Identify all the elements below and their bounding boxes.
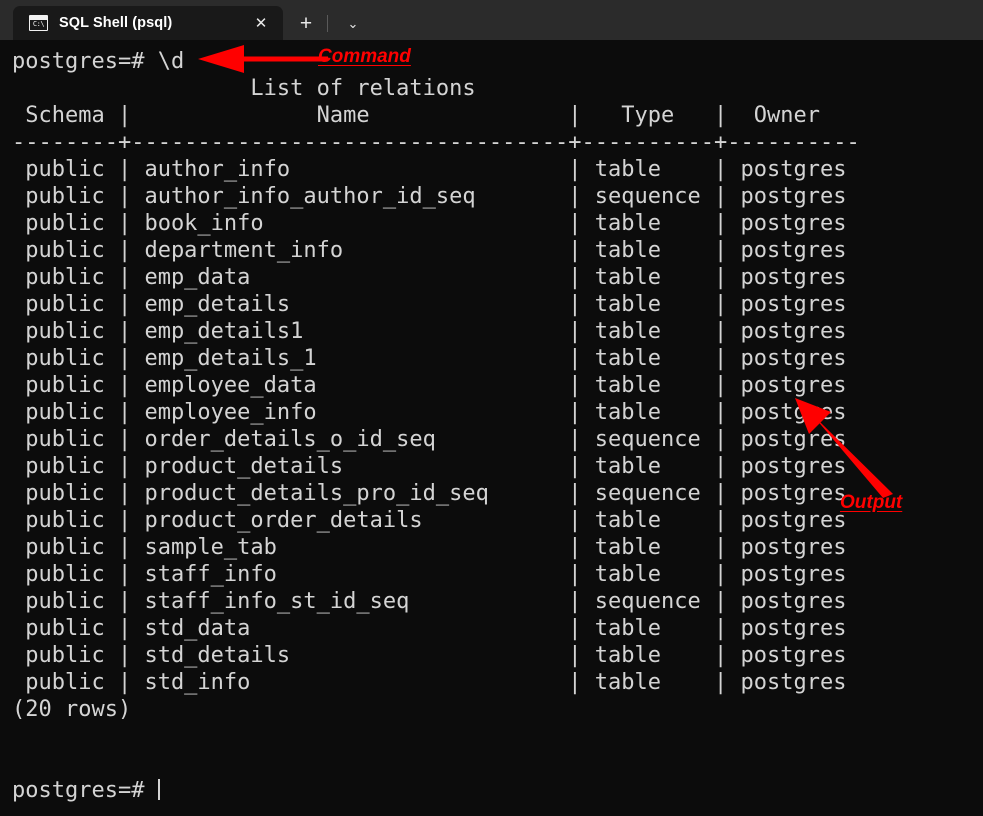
prompt-text: postgres=# <box>12 778 158 803</box>
close-icon[interactable]: ✕ <box>247 9 275 37</box>
chevron-down-icon[interactable]: ⌄ <box>336 6 370 40</box>
table-row: public | employee_data | table | postgre… <box>12 372 983 399</box>
table-row: public | std_info | table | postgres <box>12 669 983 696</box>
table-row: public | sample_tab | table | postgres <box>12 534 983 561</box>
table-header: Schema | Name | Type | Owner <box>12 102 983 129</box>
table-row: public | product_details | table | postg… <box>12 453 983 480</box>
table-row: public | staff_info_st_id_seq | sequence… <box>12 588 983 615</box>
table-title: List of relations <box>12 75 983 102</box>
command-line: postgres=# \d <box>12 48 983 75</box>
tab-sql-shell-psql[interactable]: C:\ SQL Shell (psql) ✕ <box>13 6 283 40</box>
text-cursor <box>158 779 160 800</box>
table-row: public | product_order_details | table |… <box>12 507 983 534</box>
table-row: public | emp_details | table | postgres <box>12 291 983 318</box>
table-row: public | employee_info | table | postgre… <box>12 399 983 426</box>
row-count: (20 rows) <box>12 696 983 723</box>
shell-prompt[interactable]: postgres=# <box>12 777 983 804</box>
console-window-icon: C:\ <box>29 15 48 31</box>
table-row: public | emp_details1 | table | postgres <box>12 318 983 345</box>
table-row: public | staff_info | table | postgres <box>12 561 983 588</box>
table-row: public | book_info | table | postgres <box>12 210 983 237</box>
terminal-text: postgres=# \d List of relations Schema |… <box>12 48 983 804</box>
table-separator: --------+-------------------------------… <box>12 129 983 156</box>
blank-line <box>12 750 983 777</box>
table-row: public | emp_details_1 | table | postgre… <box>12 345 983 372</box>
table-row: public | order_details_o_id_seq | sequen… <box>12 426 983 453</box>
terminal-window: C:\ SQL Shell (psql) ✕ + ⌄ postgres=# \d… <box>0 0 983 816</box>
divider <box>327 15 328 32</box>
table-row: public | author_info | table | postgres <box>12 156 983 183</box>
table-row: public | std_data | table | postgres <box>12 615 983 642</box>
table-row: public | std_details | table | postgres <box>12 642 983 669</box>
table-row: public | emp_data | table | postgres <box>12 264 983 291</box>
tab-title: SQL Shell (psql) <box>59 15 172 31</box>
table-row: public | author_info_author_id_seq | seq… <box>12 183 983 210</box>
terminal-output-area[interactable]: postgres=# \d List of relations Schema |… <box>0 40 983 816</box>
new-tab-icon[interactable]: + <box>289 6 323 40</box>
table-row: public | product_details_pro_id_seq | se… <box>12 480 983 507</box>
tab-bar: C:\ SQL Shell (psql) ✕ + ⌄ <box>0 0 983 40</box>
table-row: public | department_info | table | postg… <box>12 237 983 264</box>
tab-actions: + ⌄ <box>289 6 370 40</box>
blank-line <box>12 723 983 750</box>
command-annotation-label: Command <box>318 46 411 68</box>
output-annotation-label: Output <box>840 492 902 514</box>
console-icon-glyph: C:\ <box>30 20 47 29</box>
